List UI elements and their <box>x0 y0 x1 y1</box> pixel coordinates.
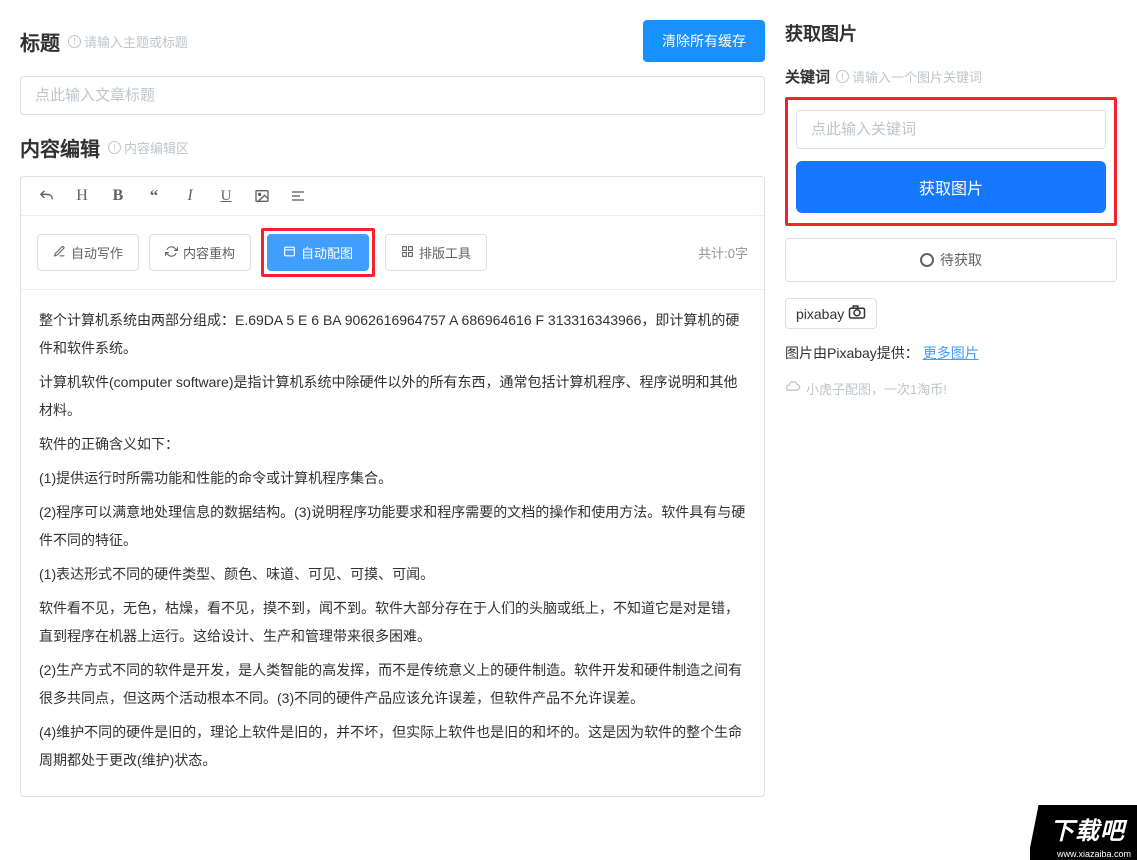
content-hint: ! 内容编辑区 <box>108 138 189 157</box>
paragraph: (2)程序可以满意地处理信息的数据结构。(3)说明程序功能要求和程序需要的文档的… <box>39 498 746 554</box>
title-section-header: 标题 ! 请输入主题或标题 清除所有缓存 <box>20 20 765 62</box>
underline-icon[interactable]: U <box>217 187 235 205</box>
quote-icon[interactable]: “ <box>145 187 163 205</box>
pixabay-badge: pixabay <box>785 298 877 329</box>
align-left-icon[interactable] <box>289 187 307 205</box>
editor-box: H B “ I U 自动写作 内容重构 <box>20 176 765 797</box>
fetch-image-button[interactable]: 获取图片 <box>796 161 1106 213</box>
article-title-input[interactable] <box>20 76 765 115</box>
undo-icon[interactable] <box>37 187 55 205</box>
content-body[interactable]: 整个计算机系统由两部分组成：E.69DA 5 E 6 BA 9062616964… <box>21 290 764 796</box>
meta-note: 小虎子配图，一次1淘币! <box>785 379 1117 398</box>
word-count: 共计:0字 <box>698 243 748 262</box>
watermark-url: www.xiazaiba.com <box>1030 848 1137 860</box>
bold-icon[interactable]: B <box>109 187 127 205</box>
content-section-header: 内容编辑 ! 内容编辑区 <box>20 133 765 162</box>
paragraph: (4)维护不同的硬件是旧的，理论上软件是旧的，并不坏，但实际上软件也是旧的和坏的… <box>39 718 746 774</box>
watermark-text: 下载吧 <box>1030 805 1137 848</box>
paragraph: (1)提供运行时所需功能和性能的命令或计算机程序集合。 <box>39 464 746 492</box>
image-panel-title: 获取图片 <box>785 20 1117 46</box>
reload-icon <box>165 245 178 261</box>
clear-cache-button[interactable]: 清除所有缓存 <box>643 20 765 62</box>
paragraph: 计算机软件(computer software)是指计算机系统中除硬件以外的所有… <box>39 368 746 424</box>
main-panel: 标题 ! 请输入主题或标题 清除所有缓存 内容编辑 ! 内容编辑区 H <box>0 0 775 860</box>
layout-tool-button[interactable]: 排版工具 <box>385 234 487 271</box>
image-icon[interactable] <box>253 187 271 205</box>
content-edit-label: 内容编辑 <box>20 133 100 162</box>
paragraph: 软件看不见，无色，枯燥，看不见，摸不到，闻不到。软件大部分存在于人们的头脑或纸上… <box>39 594 746 650</box>
paragraph: 软件的正确含义如下： <box>39 430 746 458</box>
restructure-button[interactable]: 内容重构 <box>149 234 251 271</box>
auto-image-highlight: 自动配图 <box>261 228 375 277</box>
auto-write-button[interactable]: 自动写作 <box>37 234 139 271</box>
italic-icon[interactable]: I <box>181 187 199 205</box>
circle-icon <box>920 253 934 267</box>
cloud-icon <box>785 381 801 396</box>
title-hint: ! 请输入主题或标题 <box>68 32 188 51</box>
paragraph: (1)表达形式不同的硬件类型、颜色、味道、可见、可摸、可闻。 <box>39 560 746 588</box>
paragraph: 整个计算机系统由两部分组成：E.69DA 5 E 6 BA 9062616964… <box>39 306 746 362</box>
pending-button[interactable]: 待获取 <box>785 238 1117 282</box>
info-icon: ! <box>68 35 81 48</box>
pencil-icon <box>53 245 66 261</box>
image-sidebar: 获取图片 关键词 ! 请输入一个图片关键词 获取图片 待获取 pixabay 图… <box>775 0 1137 860</box>
auto-image-button[interactable]: 自动配图 <box>267 234 369 271</box>
keyword-label-row: 关键词 ! 请输入一个图片关键词 <box>785 66 1117 87</box>
watermark: 下载吧 www.xiazaiba.com <box>1030 805 1137 860</box>
info-icon: ! <box>836 70 849 83</box>
window-icon <box>283 245 296 261</box>
format-toolbar: H B “ I U <box>21 177 764 216</box>
keyword-label: 关键词 <box>785 66 830 87</box>
keyword-hint: ! 请输入一个图片关键词 <box>836 67 982 86</box>
keyword-highlight-box: 获取图片 <box>785 97 1117 226</box>
attribution: 图片由Pixabay提供： 更多图片 <box>785 343 1117 363</box>
info-icon: ! <box>108 141 121 154</box>
camera-icon <box>848 305 866 322</box>
keyword-input[interactable] <box>796 110 1106 149</box>
paragraph: (2)生产方式不同的软件是开发，是人类智能的高发挥，而不是传统意义上的硬件制造。… <box>39 656 746 712</box>
heading-icon[interactable]: H <box>73 187 91 205</box>
grid-icon <box>401 245 414 261</box>
more-images-link[interactable]: 更多图片 <box>923 345 979 361</box>
title-label: 标题 <box>20 27 60 56</box>
action-row: 自动写作 内容重构 自动配图 排版工具 <box>21 216 764 290</box>
